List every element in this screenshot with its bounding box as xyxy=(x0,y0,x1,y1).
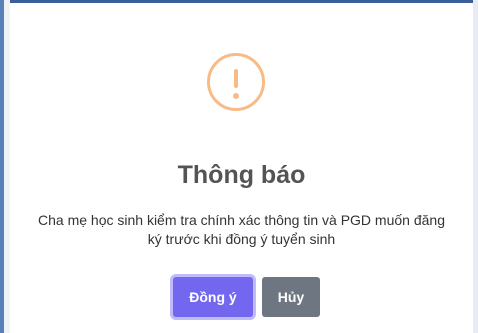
dialog-title: Thông báo xyxy=(177,161,306,189)
exclamation-warning-icon xyxy=(207,53,265,111)
alert-dialog: Thông báo Cha mẹ học sinh kiểm tra chính… xyxy=(10,3,473,333)
exclamation-bar xyxy=(234,69,238,88)
background-frame-right xyxy=(473,0,478,333)
exclamation-dot xyxy=(233,93,239,99)
cancel-button[interactable]: Hủy xyxy=(262,277,320,317)
dialog-message: Cha mẹ học sinh kiểm tra chính xác thông… xyxy=(38,212,445,247)
confirm-button[interactable]: Đồng ý xyxy=(173,277,253,317)
